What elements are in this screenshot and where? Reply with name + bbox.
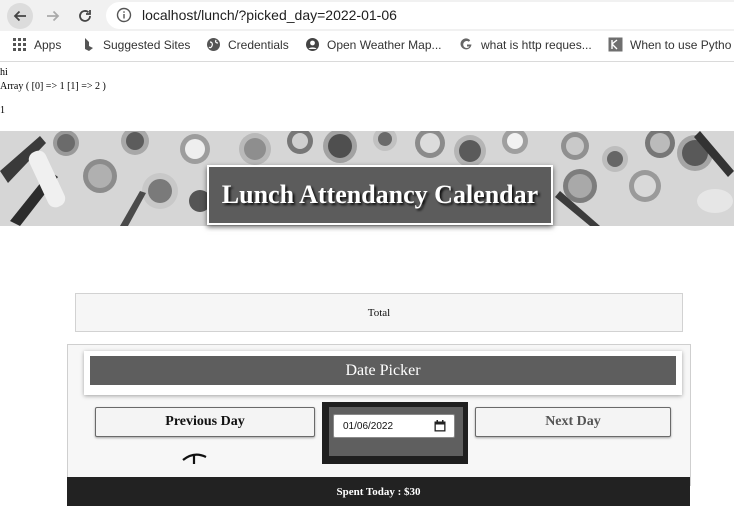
forward-arrow-icon [47, 10, 60, 22]
reload-icon [79, 10, 91, 22]
previous-day-button[interactable]: Previous Day [95, 407, 315, 437]
info-icon[interactable] [116, 7, 132, 23]
apps-grid-icon [12, 37, 27, 52]
back-arrow-icon [13, 10, 26, 22]
bookmark-label: what is http reques... [481, 37, 592, 52]
bookmark-python[interactable]: When to use Pytho [608, 37, 731, 52]
date-value[interactable]: 01/06/2022 [343, 421, 393, 432]
bookmarks-bar: Apps Suggested Sites Credentials Open We… [0, 31, 734, 62]
bookmark-label: When to use Pytho [630, 37, 732, 52]
spent-today-bar: Spent Today : $30 [67, 477, 690, 506]
globe-icon [206, 37, 221, 52]
next-day-button[interactable]: Next Day [475, 407, 671, 437]
google-icon [459, 37, 474, 52]
bookmark-label: Credentials [228, 37, 289, 52]
debug-array: Array ( [0] => 1 [1] => 2 ) [0, 81, 106, 92]
debug-line: hi [0, 67, 8, 78]
date-picker-title: Date Picker [345, 361, 421, 379]
date-input[interactable]: 01/06/2022 [333, 414, 455, 438]
openweather-icon [305, 37, 320, 52]
bookmark-label: Apps [34, 37, 62, 52]
bookmark-label: Suggested Sites [103, 37, 191, 52]
reload-button[interactable] [72, 3, 98, 29]
date-picker-header: Date Picker [90, 356, 676, 385]
total-panel: Total [75, 293, 683, 332]
address-bar[interactable]: localhost/lunch/?picked_day=2022-01-06 [106, 2, 734, 29]
bookmark-suggested-sites[interactable]: Suggested Sites [81, 37, 190, 52]
total-label: Total [367, 306, 391, 319]
browser-toolbar: localhost/lunch/?picked_day=2022-01-06 [0, 0, 734, 31]
url-text[interactable]: localhost/lunch/?picked_day=2022-01-06 [142, 7, 397, 23]
page-title: Lunch Attendancy Calendar [221, 180, 539, 209]
bookmark-http-request[interactable]: what is http reques... [459, 37, 592, 52]
doc-bookmark-icon [608, 37, 623, 52]
bookmark-credentials[interactable]: Credentials [206, 37, 289, 52]
mouse-cursor-icon [182, 453, 207, 464]
bookmark-label: Open Weather Map... [327, 37, 442, 52]
bookmark-apps[interactable]: Apps [12, 37, 61, 52]
debug-output: hi Array ( [0] => 1 [1] => 2 ) 1 [0, 66, 106, 118]
bookmark-open-weather[interactable]: Open Weather Map... [305, 37, 442, 52]
spent-today-label: Spent Today : $30 [336, 485, 421, 498]
debug-line: 1 [0, 105, 5, 116]
calendar-icon[interactable] [434, 420, 446, 432]
forward-button[interactable] [40, 3, 66, 29]
back-button[interactable] [7, 3, 33, 29]
page-title-box: Lunch Attendancy Calendar [207, 165, 553, 225]
bing-icon [81, 37, 96, 52]
